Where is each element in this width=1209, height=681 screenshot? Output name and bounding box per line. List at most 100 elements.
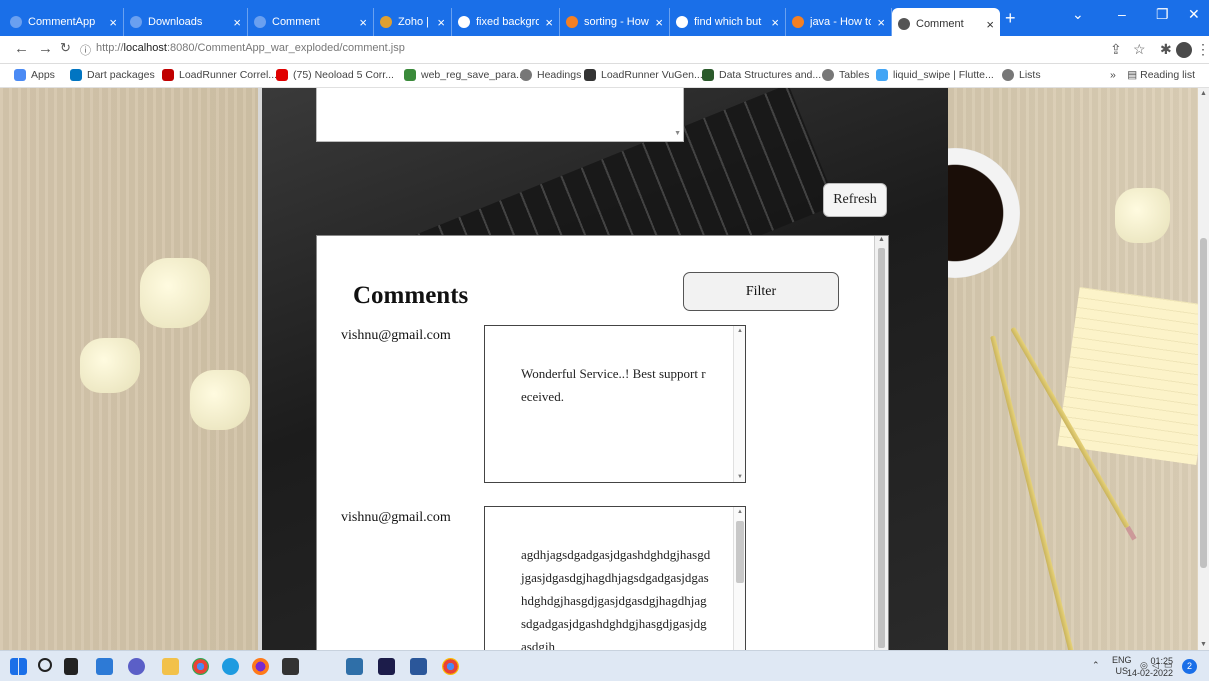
bookmark-loadrunner-vugen[interactable]: LoadRunner VuGen...: [584, 69, 703, 81]
maximize-icon[interactable]: ❐: [1156, 6, 1169, 23]
extensions-icon[interactable]: ✱: [1160, 41, 1172, 58]
tab-zoho[interactable]: Zoho | Online ×: [374, 8, 452, 36]
bookmark-label: liquid_swipe | Flutte...: [893, 69, 994, 81]
bookmark-label: Apps: [31, 69, 55, 81]
scroll-down-icon[interactable]: ▼: [1200, 641, 1207, 648]
scroll-up-icon[interactable]: ▲: [737, 328, 743, 334]
notepad-icon[interactable]: [282, 658, 299, 675]
tab-java-how-to[interactable]: java - How to ×: [786, 8, 892, 36]
bookmark-lists[interactable]: Lists: [1002, 69, 1041, 81]
tab-commentapp[interactable]: CommentApp ×: [4, 8, 124, 36]
back-icon[interactable]: ←: [14, 40, 29, 57]
close-icon[interactable]: ×: [359, 15, 367, 30]
bookmark-label: Lists: [1019, 69, 1041, 81]
bookmark-label: Data Structures and...: [719, 69, 822, 81]
scroll-down-icon[interactable]: ▼: [674, 130, 681, 137]
comment-text-box[interactable]: Wonderful Service..! Best support receiv…: [484, 325, 746, 483]
minimize-icon[interactable]: –: [1118, 6, 1126, 22]
search-icon[interactable]: [38, 658, 52, 672]
background-paper-ball: [190, 370, 250, 430]
comments-panel-scrollbar[interactable]: ▲: [874, 236, 888, 650]
bookmark-headings[interactable]: Headings: [520, 69, 581, 81]
url-scheme: http://: [96, 42, 124, 54]
url-field[interactable]: http://localhost:8080/CommentApp_war_exp…: [96, 42, 405, 54]
scroll-up-icon[interactable]: ▲: [1200, 90, 1207, 97]
notification-badge[interactable]: 2: [1182, 659, 1197, 674]
chrome-canary-icon[interactable]: [442, 658, 459, 675]
tab-downloads[interactable]: Downloads ×: [124, 8, 248, 36]
widgets-icon[interactable]: [96, 658, 113, 675]
address-toolbar: ← → ↻ ⓘ http://localhost:8080/CommentApp…: [0, 36, 1209, 64]
bookmarks-overflow-button[interactable]: »: [1110, 69, 1116, 81]
close-icon[interactable]: ×: [771, 15, 779, 30]
scrollbar-thumb[interactable]: [1200, 238, 1207, 568]
scrollbar-thumb[interactable]: [878, 248, 885, 648]
bookmark-apps[interactable]: Apps: [14, 69, 55, 81]
edge-icon[interactable]: [222, 658, 239, 675]
bookmark-liquid-swipe[interactable]: liquid_swipe | Flutte...: [876, 69, 994, 81]
menu-icon[interactable]: ⋮: [1196, 41, 1209, 58]
reading-list-button[interactable]: ▤ Reading list: [1127, 69, 1195, 81]
file-explorer-icon[interactable]: [162, 658, 179, 675]
bookmark-label: Headings: [537, 69, 582, 81]
reload-icon[interactable]: ↻: [60, 40, 71, 56]
tab-find-which-button[interactable]: find which but ×: [670, 8, 786, 36]
site-info-icon[interactable]: ⓘ: [80, 42, 91, 58]
close-icon[interactable]: ×: [233, 15, 241, 30]
window-close-icon[interactable]: ✕: [1188, 6, 1200, 23]
page-scrollbar[interactable]: ▲ ▼: [1198, 88, 1209, 650]
bookmark-label: web_reg_save_para...: [421, 69, 525, 81]
url-path: :8080/CommentApp_war_exploded/comment.js…: [166, 42, 405, 54]
comment-text-box[interactable]: agdhjagsdgadgasjdgashdghdgjhasgdjgasjdga…: [484, 506, 746, 650]
close-icon[interactable]: ×: [986, 17, 994, 32]
tray-chevron-icon[interactable]: ⌃: [1092, 660, 1100, 671]
scroll-up-icon[interactable]: ▲: [878, 236, 885, 243]
bookmarks-bar: Apps Dart packages LoadRunner Correl... …: [0, 64, 1209, 88]
bookmark-favicon-icon: [584, 69, 596, 81]
mail-icon: [380, 16, 392, 28]
bookmark-label: (75) Neoload 5 Corr...: [293, 69, 394, 81]
chat-icon[interactable]: [128, 658, 145, 675]
filter-button[interactable]: Filter: [683, 272, 839, 311]
stackoverflow-icon: [566, 16, 578, 28]
scroll-down-icon[interactable]: ▼: [737, 474, 743, 480]
bookmark-loadrunner-correl[interactable]: LoadRunner Correl...: [162, 69, 277, 81]
new-tab-button[interactable]: +: [1005, 8, 1016, 29]
bookmark-dart-packages[interactable]: Dart packages: [70, 69, 155, 81]
globe-icon: [1002, 69, 1014, 81]
firefox-icon[interactable]: [252, 658, 269, 675]
stackoverflow-icon: [792, 16, 804, 28]
comment-scrollbar[interactable]: ▲ ▼: [733, 326, 745, 482]
bookmark-data-structures[interactable]: Data Structures and...: [702, 69, 821, 81]
share-icon[interactable]: ⇪: [1110, 41, 1122, 58]
tab-sorting[interactable]: sorting - How ×: [560, 8, 670, 36]
tab-search-icon[interactable]: ⌄: [1072, 6, 1084, 23]
close-icon[interactable]: ×: [655, 15, 663, 30]
profile-avatar[interactable]: [1176, 42, 1192, 58]
star-icon[interactable]: ☆: [1133, 41, 1146, 58]
chrome-icon[interactable]: [192, 658, 209, 675]
bookmark-web-reg-save-param[interactable]: web_reg_save_para...: [404, 69, 525, 81]
start-icon[interactable]: [10, 658, 27, 675]
close-icon[interactable]: ×: [437, 15, 445, 30]
intellij-icon[interactable]: [378, 658, 395, 675]
google-icon: [458, 16, 470, 28]
refresh-button[interactable]: Refresh: [823, 183, 887, 217]
scroll-up-icon[interactable]: ▲: [737, 509, 743, 515]
tab-fixed-background[interactable]: fixed backgro ×: [452, 8, 560, 36]
scrollbar-thumb[interactable]: [736, 521, 744, 583]
forward-icon[interactable]: →: [38, 40, 53, 57]
background-paper-ball: [80, 338, 140, 393]
close-icon[interactable]: ×: [877, 15, 885, 30]
task-view-icon[interactable]: [64, 658, 78, 675]
bookmark-tables[interactable]: Tables: [822, 69, 869, 81]
app-icon[interactable]: [346, 658, 363, 675]
close-icon[interactable]: ×: [109, 15, 117, 30]
tab-comment[interactable]: Comment ×: [248, 8, 374, 36]
comment-input-panel[interactable]: ▼: [316, 88, 684, 142]
close-icon[interactable]: ×: [545, 15, 553, 30]
word-icon[interactable]: [410, 658, 427, 675]
bookmark-neoload[interactable]: (75) Neoload 5 Corr...: [276, 69, 394, 81]
clock[interactable]: 01:25 14-02-2022: [1127, 655, 1173, 679]
comment-scrollbar[interactable]: ▲: [733, 507, 745, 650]
